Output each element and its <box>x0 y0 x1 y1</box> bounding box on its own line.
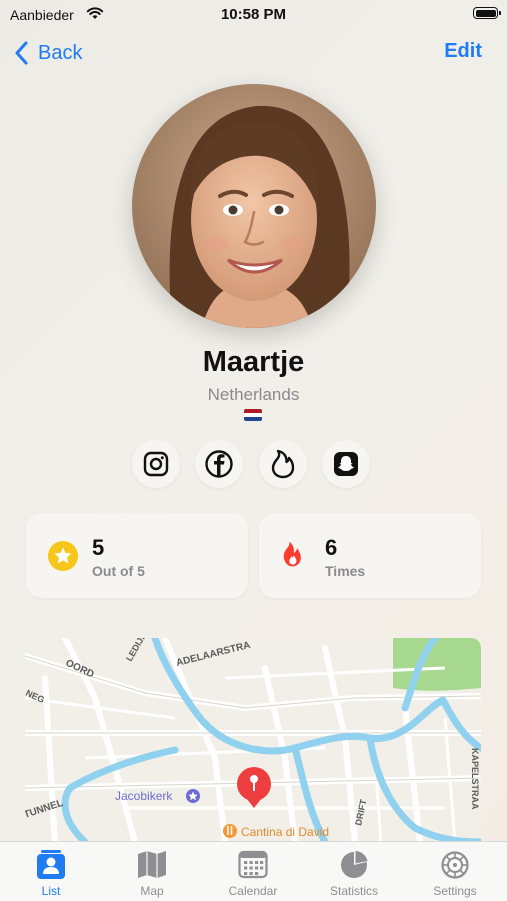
map-label-street: KAPELSTRAA <box>470 748 480 810</box>
tinder-button[interactable] <box>259 440 307 488</box>
tinder-icon <box>271 449 295 479</box>
times-label: Times <box>325 563 366 579</box>
restaurant-poi-icon <box>223 824 237 838</box>
facebook-icon <box>205 450 233 478</box>
edit-button[interactable]: Edit <box>444 40 482 63</box>
clock: 10:58 PM <box>220 6 287 23</box>
tab-label: Settings <box>433 884 477 898</box>
tab-map[interactable]: Map <box>102 842 202 901</box>
location-map[interactable]: ADELAARSTRA OORD LEDIJK NEG KAPELSTRAA T… <box>25 638 481 842</box>
rating-label: Out of 5 <box>92 563 145 579</box>
tab-label: Statistics <box>329 884 378 898</box>
profile-name: Maartje <box>202 346 305 378</box>
rating-card: 5 Out of 5 <box>26 513 248 598</box>
tab-bar: List Map Calendar Statistics Settings <box>0 841 507 901</box>
times-card: 6 Times <box>259 513 481 598</box>
tab-list[interactable]: List <box>1 842 101 901</box>
snapchat-button[interactable] <box>322 440 370 488</box>
back-button[interactable]: Back <box>14 38 82 68</box>
chevron-left-icon <box>15 41 28 65</box>
map-icon <box>138 851 166 878</box>
times-value: 6 <box>325 535 338 560</box>
battery-icon <box>473 7 501 19</box>
status-bar: Aanbieder 10:58 PM <box>0 0 507 30</box>
rating-value: 5 <box>92 535 105 560</box>
tab-settings[interactable]: Settings <box>405 842 505 901</box>
snapchat-icon <box>334 452 358 476</box>
map-poi-church-label: Jacobikerk <box>115 789 173 803</box>
map-poi-restaurant-label: Cantina di David <box>241 825 329 839</box>
tab-label: List <box>41 884 61 898</box>
instagram-button[interactable] <box>132 440 180 488</box>
tab-label: Calendar <box>228 884 278 898</box>
instagram-icon <box>143 451 169 477</box>
star-icon <box>48 541 78 571</box>
profile-country: Netherlands <box>207 385 300 404</box>
avatar <box>132 84 376 328</box>
list-icon <box>37 850 65 879</box>
church-poi-icon <box>186 789 200 803</box>
flame-icon <box>283 541 301 567</box>
calendar-icon <box>238 850 268 879</box>
netherlands-flag-icon <box>244 409 262 421</box>
tab-calendar[interactable]: Calendar <box>203 842 303 901</box>
facebook-button[interactable] <box>195 440 243 488</box>
settings-icon <box>441 851 469 879</box>
back-label: Back <box>38 41 83 64</box>
tab-statistics[interactable]: Statistics <box>304 842 404 901</box>
tab-label: Map <box>140 884 164 898</box>
statistics-icon <box>341 851 368 878</box>
